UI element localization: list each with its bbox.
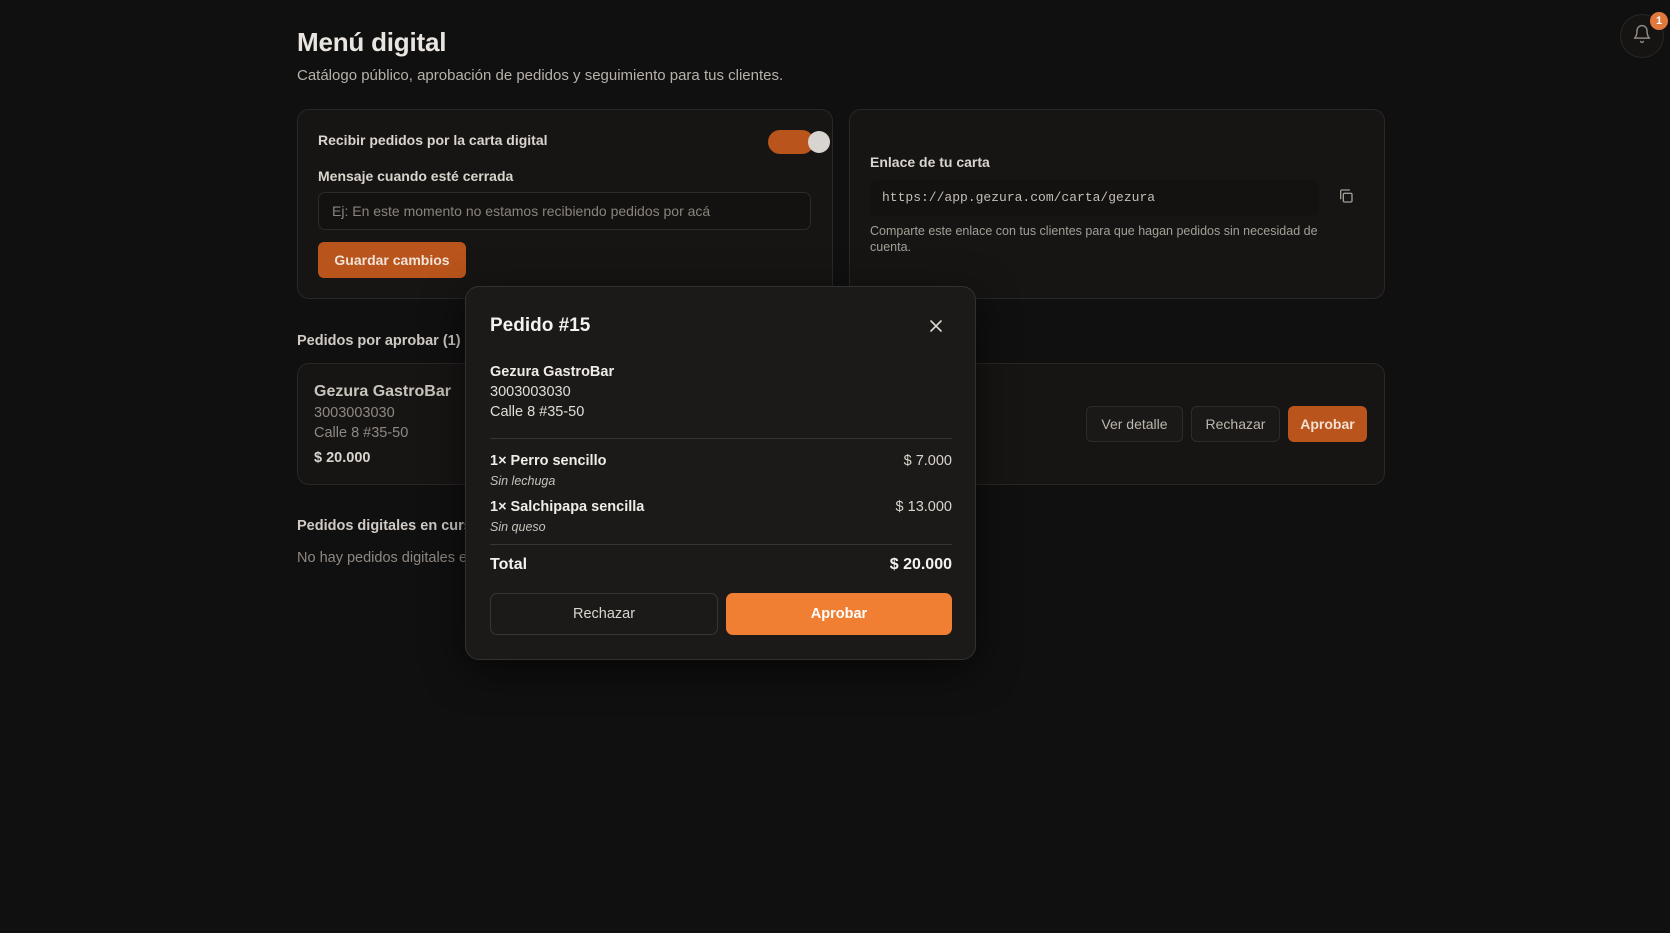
pending-order-address: Calle 8 #35-50: [314, 425, 409, 441]
copy-link-button[interactable]: [1333, 184, 1359, 212]
receive-orders-toggle[interactable]: [768, 130, 830, 154]
in-progress-orders-title: Pedidos digitales en curs: [297, 518, 472, 534]
page-title: Menú digital: [297, 27, 447, 57]
pending-order-customer: Gezura GastroBar: [314, 383, 451, 400]
menu-link-url[interactable]: https://app.gezura.com/carta/gezura: [870, 180, 1319, 216]
modal-divider: [490, 544, 952, 545]
modal-close-button[interactable]: [924, 316, 948, 340]
pending-orders-title: Pedidos por aprobar (1): [297, 333, 461, 349]
copy-icon: [1338, 188, 1354, 209]
modal-title: Pedido #15: [490, 315, 591, 336]
modal-total-label: Total: [490, 556, 528, 573]
modal-item-note: Sin lechuga: [490, 474, 556, 488]
view-detail-button[interactable]: Ver detalle: [1086, 406, 1183, 442]
modal-item-name: 1× Salchipapa sencilla: [490, 499, 645, 515]
modal-total-value: $ 20.000: [889, 556, 952, 573]
modal-customer-phone: 3003003030: [490, 384, 571, 400]
toggle-knob: [808, 131, 830, 153]
menu-link-help-text: Comparte este enlace con tus clientes pa…: [870, 224, 1318, 254]
modal-divider: [490, 438, 952, 439]
in-progress-empty-text: No hay pedidos digitales e: [297, 550, 468, 566]
pending-order-phone: 3003003030: [314, 405, 395, 421]
modal-item-price: $ 13.000: [895, 499, 952, 515]
bell-icon: [1632, 24, 1652, 49]
closed-message-input[interactable]: [318, 192, 811, 230]
reject-order-button[interactable]: Rechazar: [1191, 406, 1280, 442]
receive-orders-label: Recibir pedidos por la carta digital: [318, 132, 548, 148]
notification-count-badge: 1: [1650, 12, 1668, 30]
modal-item-note: Sin queso: [490, 520, 546, 534]
save-changes-button[interactable]: Guardar cambios: [318, 242, 466, 278]
menu-link-title: Enlace de tu carta: [870, 154, 990, 170]
modal-item-name: 1× Perro sencillo: [490, 453, 607, 469]
modal-item-price: $ 7.000: [903, 453, 952, 469]
modal-approve-button[interactable]: Aprobar: [726, 593, 952, 635]
page-subtitle: Catálogo público, aprobación de pedidos …: [297, 67, 784, 84]
modal-customer-name: Gezura GastroBar: [490, 364, 615, 380]
close-icon: [929, 319, 943, 338]
closed-message-label: Mensaje cuando esté cerrada: [318, 168, 514, 184]
page: Menú digital Catálogo público, aprobació…: [0, 0, 1670, 933]
modal-reject-button[interactable]: Rechazar: [490, 593, 718, 635]
modal-customer-address: Calle 8 #35-50: [490, 404, 585, 420]
pending-order-total: $ 20.000: [314, 450, 371, 466]
approve-order-button[interactable]: Aprobar: [1288, 406, 1367, 442]
